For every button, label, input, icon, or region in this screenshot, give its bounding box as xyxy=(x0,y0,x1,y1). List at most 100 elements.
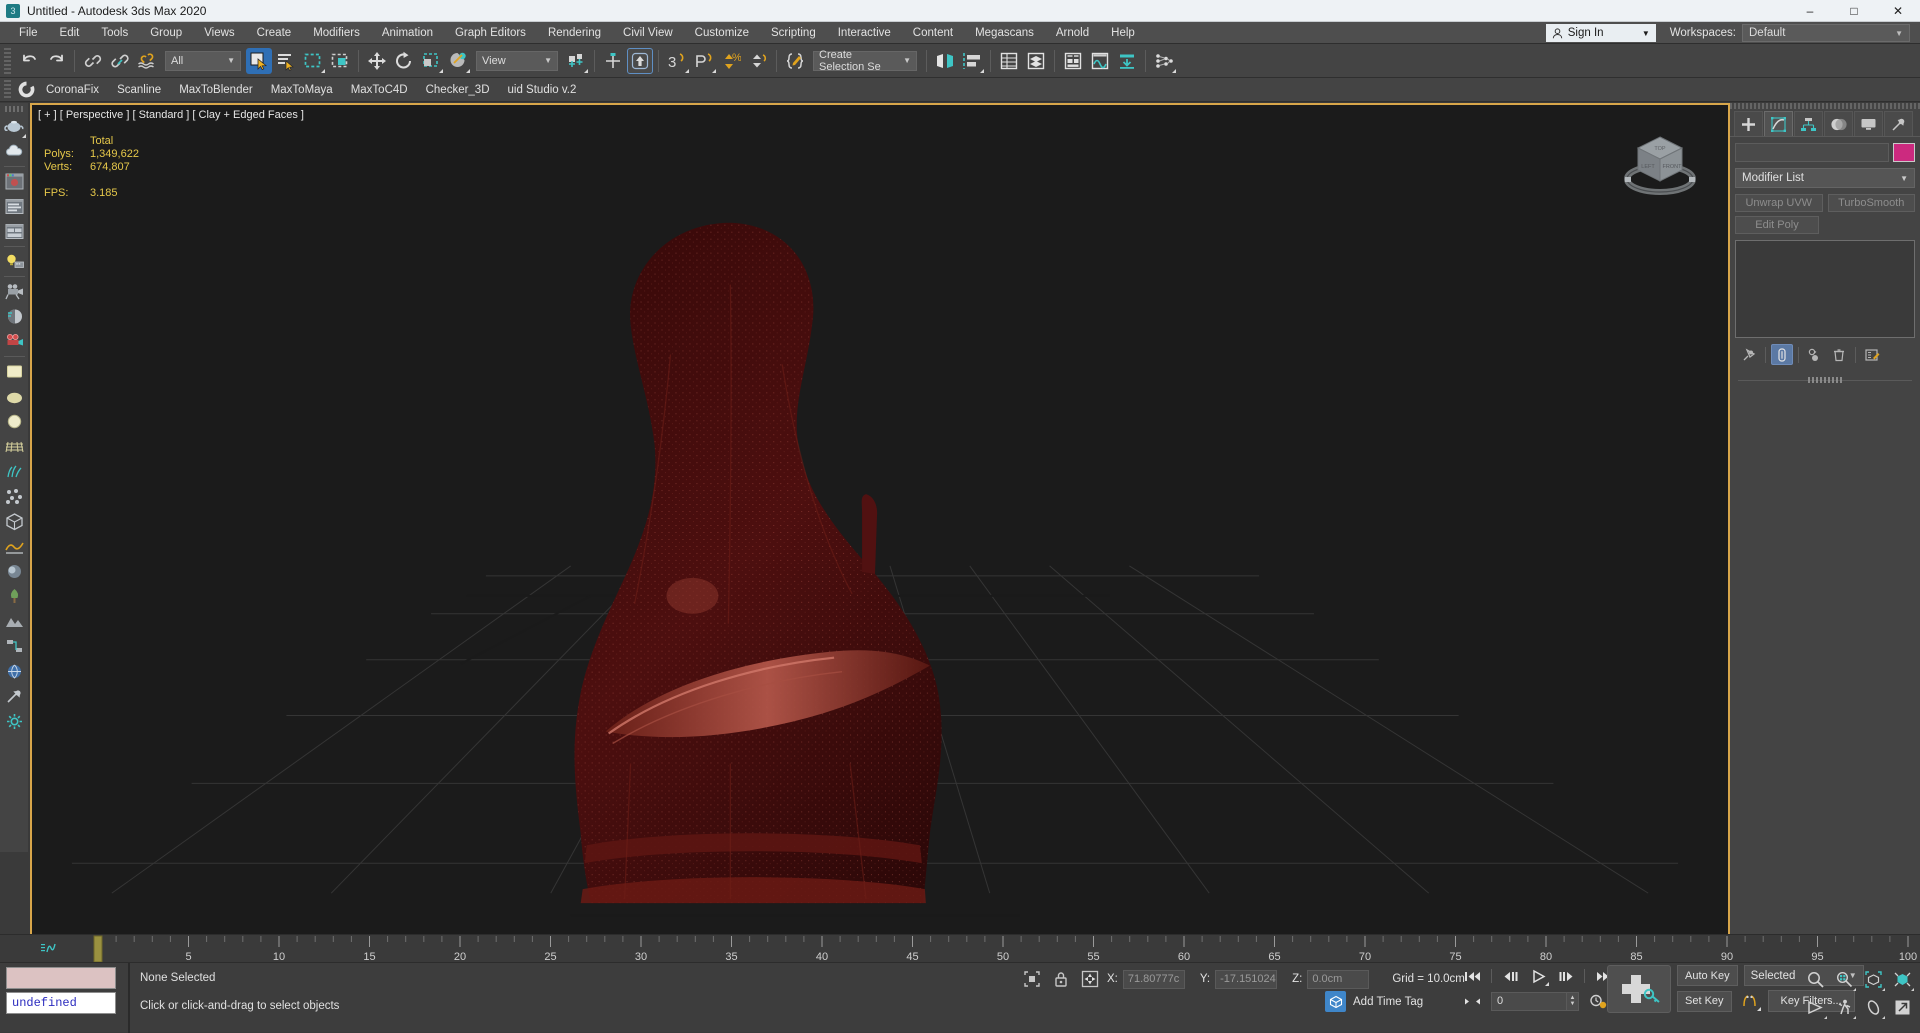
selection-lock-icon[interactable] xyxy=(1020,967,1044,991)
hierarchy-tab[interactable] xyxy=(1794,111,1823,136)
compact-material-editor-icon[interactable] xyxy=(1060,48,1086,74)
coord-x-field[interactable]: 71.80777c xyxy=(1123,970,1185,989)
selection-filter-select[interactable]: All ▼ xyxy=(165,51,241,71)
script-button-checker3d[interactable]: Checker_3D xyxy=(417,82,499,98)
display-tab[interactable] xyxy=(1854,111,1883,136)
zoom-extents-selected-icon[interactable] xyxy=(1890,967,1914,991)
spinner-snap-arrows-icon[interactable] xyxy=(745,48,771,74)
proxy-icon[interactable] xyxy=(2,509,27,534)
menu-item-content[interactable]: Content xyxy=(902,24,964,42)
arc-rotate-icon[interactable] xyxy=(1861,995,1885,1019)
play-animation-icon[interactable] xyxy=(1526,965,1550,987)
minimize-button[interactable]: – xyxy=(1788,0,1832,22)
displacement-icon[interactable] xyxy=(2,534,27,559)
scene-explorer-icon[interactable] xyxy=(1023,48,1049,74)
close-button[interactable]: ✕ xyxy=(1876,0,1920,22)
menu-item-create[interactable]: Create xyxy=(246,24,303,42)
volume-icon[interactable] xyxy=(2,559,27,584)
render-frame-window-icon[interactable] xyxy=(1114,48,1140,74)
object-name-input[interactable] xyxy=(1735,143,1889,162)
absolute-relative-transform-icon[interactable] xyxy=(1078,967,1102,991)
menu-item-arnold[interactable]: Arnold xyxy=(1045,24,1100,42)
coord-z-field[interactable]: 0.0cm xyxy=(1307,970,1369,989)
menu-item-modifiers[interactable]: Modifiers xyxy=(302,24,371,42)
menu-item-graph-editors[interactable]: Graph Editors xyxy=(444,24,537,42)
show-end-result-icon[interactable] xyxy=(1771,344,1793,365)
maximize-viewport-icon[interactable] xyxy=(1890,995,1914,1019)
bind-to-space-warp-icon[interactable] xyxy=(134,48,160,74)
timeline-ruler[interactable]: 0510152025303540455055606570758085909510… xyxy=(0,935,1920,963)
render-setup-icon[interactable] xyxy=(1087,48,1113,74)
spinner-arrows-icon[interactable]: ▲▼ xyxy=(1567,992,1579,1011)
menu-item-group[interactable]: Group xyxy=(139,24,193,42)
dome-light-icon[interactable] xyxy=(2,384,27,409)
current-frame-value[interactable]: 0 xyxy=(1491,992,1567,1011)
terrain-icon[interactable] xyxy=(2,609,27,634)
rectangular-selection-region-icon[interactable] xyxy=(300,48,326,74)
sign-in-button[interactable]: Sign In ▼ xyxy=(1546,24,1656,42)
percent-snap-toggle-icon[interactable] xyxy=(691,48,717,74)
undo-icon[interactable] xyxy=(16,48,42,74)
zoom-extents-icon[interactable] xyxy=(1861,967,1885,991)
maxscript-mini-listener[interactable]: undefined xyxy=(6,967,116,1014)
hair-icon[interactable] xyxy=(2,459,27,484)
menu-item-civil-view[interactable]: Civil View xyxy=(612,24,684,42)
render-production-icon[interactable] xyxy=(1151,48,1177,74)
settings-icon[interactable] xyxy=(2,709,27,734)
grid-icon[interactable] xyxy=(2,434,27,459)
script-button-maxtoc4d[interactable]: MaxToC4D xyxy=(342,82,417,98)
menu-item-customize[interactable]: Customize xyxy=(684,24,760,42)
foliage-icon[interactable] xyxy=(2,584,27,609)
align-icon[interactable] xyxy=(959,48,985,74)
scatter-icon[interactable] xyxy=(2,484,27,509)
remove-modifier-icon[interactable] xyxy=(1828,344,1850,365)
menu-item-tools[interactable]: Tools xyxy=(90,24,139,42)
menu-item-interactive[interactable]: Interactive xyxy=(827,24,902,42)
script-button-coronafix[interactable]: CoronaFix xyxy=(37,82,108,98)
auto-key-button[interactable]: Auto Key xyxy=(1677,965,1738,986)
reference-coordinate-select[interactable]: View ▼ xyxy=(476,51,558,71)
key-mode-toggle-icon[interactable] xyxy=(1460,990,1484,1012)
camera-red-icon[interactable] xyxy=(2,329,27,354)
globe-icon[interactable] xyxy=(2,659,27,684)
menu-item-edit[interactable]: Edit xyxy=(49,24,91,42)
zoom-all-icon[interactable] xyxy=(1832,967,1856,991)
field-of-view-icon[interactable] xyxy=(1803,995,1827,1019)
utilities-tab[interactable] xyxy=(1884,111,1913,136)
script-button-scanline[interactable]: Scanline xyxy=(108,82,170,98)
next-frame-icon[interactable] xyxy=(1553,965,1577,987)
script-button-maxtomaya[interactable]: MaxToMaya xyxy=(262,82,342,98)
light-setup-icon[interactable] xyxy=(2,249,27,274)
menu-item-scripting[interactable]: Scripting xyxy=(760,24,827,42)
perspective-viewport[interactable]: [ + ] [ Perspective ] [ Standard ] [ Cla… xyxy=(30,103,1730,1000)
window-crossing-icon[interactable] xyxy=(327,48,353,74)
select-object-icon[interactable] xyxy=(246,48,272,74)
configure-modifier-sets-icon[interactable] xyxy=(1861,344,1883,365)
coord-y-field[interactable]: -17.151024 xyxy=(1215,970,1277,989)
select-and-rotate-icon[interactable] xyxy=(391,48,417,74)
layer-explorer-icon[interactable] xyxy=(996,48,1022,74)
set-key-button[interactable]: Set Key xyxy=(1677,991,1732,1012)
command-panel-grip[interactable] xyxy=(1730,103,1920,109)
scene-mesh-object[interactable] xyxy=(32,105,1728,919)
walk-through-icon[interactable] xyxy=(1832,995,1856,1019)
modify-tab[interactable] xyxy=(1764,111,1793,136)
cloud-icon[interactable] xyxy=(2,139,27,164)
create-tab[interactable] xyxy=(1734,111,1763,136)
turbosmooth-button[interactable]: TurboSmooth xyxy=(1828,194,1916,212)
unlink-selection-icon[interactable] xyxy=(107,48,133,74)
rollout-separator[interactable] xyxy=(1738,377,1912,383)
unwrap-uvw-button[interactable]: Unwrap UVW xyxy=(1735,194,1823,212)
zoom-icon[interactable] xyxy=(1803,967,1827,991)
edit-poly-button[interactable]: Edit Poly xyxy=(1735,216,1819,234)
camera-rig-icon[interactable] xyxy=(2,279,27,304)
view-cube[interactable]: TOP LEFT FRONT xyxy=(1620,127,1700,199)
snaps-toggle-icon[interactable] xyxy=(627,48,653,74)
named-selection-sets-input[interactable]: Create Selection Se ▼ xyxy=(813,51,917,71)
script-toolbar-grip[interactable] xyxy=(4,80,11,100)
select-and-move-icon[interactable] xyxy=(364,48,390,74)
select-and-scale-icon[interactable] xyxy=(418,48,444,74)
select-and-place-icon[interactable] xyxy=(445,48,471,74)
tools-icon[interactable] xyxy=(2,684,27,709)
lock-selection-icon[interactable] xyxy=(1049,967,1073,991)
